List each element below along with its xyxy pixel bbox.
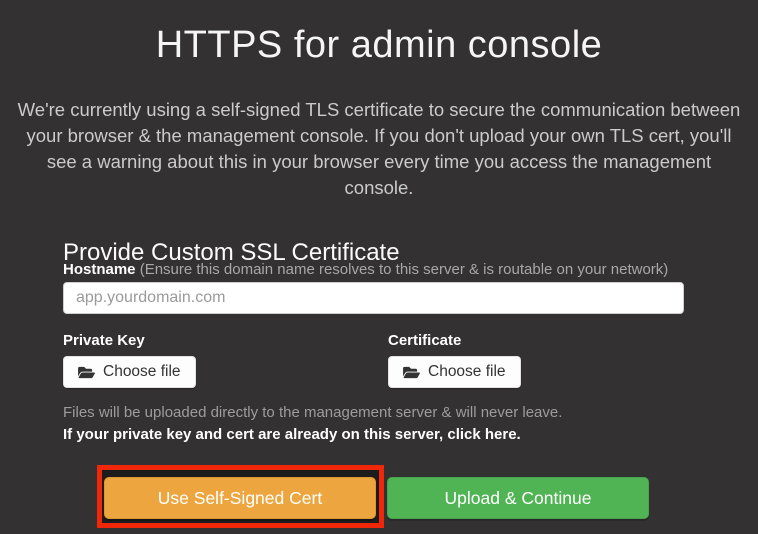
- hostname-label: Hostname: [63, 261, 136, 278]
- upload-continue-button[interactable]: Upload & Continue: [387, 477, 649, 519]
- certificate-choose-file-button[interactable]: Choose file: [388, 356, 521, 388]
- page-title: HTTPS for admin console: [0, 17, 758, 73]
- upload-note: Files will be uploaded directly to the m…: [63, 404, 562, 421]
- private-key-label: Private Key: [63, 332, 145, 349]
- folder-open-icon: [403, 365, 420, 380]
- private-key-choose-file-button[interactable]: Choose file: [63, 356, 196, 388]
- folder-open-icon: [78, 365, 95, 380]
- hostname-input[interactable]: [63, 282, 684, 314]
- choose-file-label: Choose file: [103, 363, 181, 381]
- hostname-hint: (Ensure this domain name resolves to thi…: [140, 261, 669, 278]
- use-self-signed-cert-button[interactable]: Use Self-Signed Cert: [104, 477, 376, 519]
- choose-file-label: Choose file: [428, 363, 506, 381]
- hostname-label-row: Hostname (Ensure this domain name resolv…: [63, 261, 718, 278]
- certificate-label: Certificate: [388, 332, 461, 349]
- intro-text: We're currently using a self-signed TLS …: [10, 97, 748, 201]
- https-setup-screen: HTTPS for admin console We're currently …: [0, 0, 758, 534]
- existing-cert-link[interactable]: If your private key and cert are already…: [63, 426, 521, 443]
